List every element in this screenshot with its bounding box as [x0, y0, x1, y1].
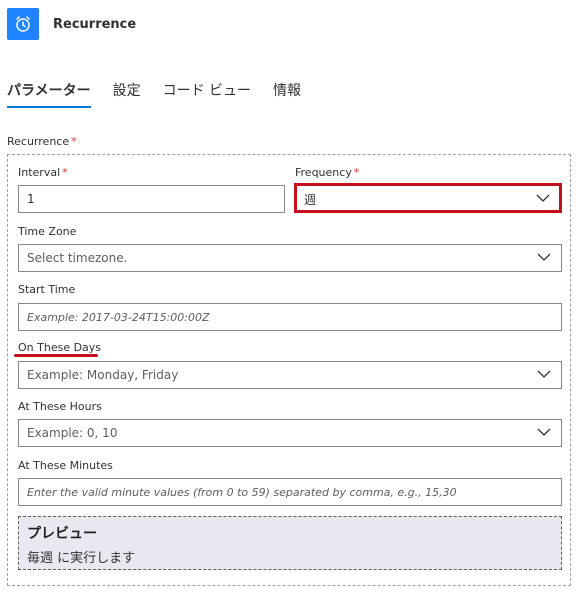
- timezone-dropdown[interactable]: Select timezone.: [18, 244, 562, 272]
- minutes-placeholder: Enter the valid minute values (from 0 to…: [27, 485, 457, 499]
- timezone-label: Time Zone: [18, 225, 77, 238]
- recurrence-section-label: Recurrence *: [7, 135, 77, 148]
- chevron-down-icon: [537, 428, 551, 436]
- preview-box: プレビュー 毎週 に実行します: [18, 516, 562, 570]
- tab-code-view[interactable]: コード ビュー: [163, 78, 251, 110]
- header: Recurrence: [7, 8, 136, 40]
- tab-settings[interactable]: 設定: [113, 78, 141, 110]
- tab-about[interactable]: 情報: [273, 78, 301, 110]
- days-dropdown[interactable]: Example: Monday, Friday: [18, 361, 562, 389]
- days-label-underline: [14, 354, 98, 357]
- start-time-label: Start Time: [18, 283, 76, 296]
- minutes-label: At These Minutes: [18, 459, 113, 472]
- days-label: On These Days: [18, 341, 102, 354]
- timezone-placeholder: Select timezone.: [27, 251, 128, 265]
- frequency-label: Frequency *: [295, 166, 360, 179]
- chevron-down-icon: [536, 194, 550, 202]
- days-placeholder: Example: Monday, Friday: [27, 368, 179, 382]
- alarm-clock-icon: [7, 8, 39, 40]
- required-mark: *: [71, 135, 77, 148]
- interval-input[interactable]: 1: [18, 185, 285, 213]
- start-time-input[interactable]: Example: 2017-03-24T15:00:00Z: [18, 303, 562, 331]
- hours-dropdown[interactable]: Example: 0, 10: [18, 419, 562, 447]
- frequency-dropdown[interactable]: 週: [295, 185, 561, 213]
- hours-label: At These Hours: [18, 400, 102, 413]
- chevron-down-icon: [537, 253, 551, 261]
- minutes-input[interactable]: Enter the valid minute values (from 0 to…: [18, 478, 562, 506]
- page-title: Recurrence: [53, 16, 137, 32]
- preview-text: 毎週 に実行します: [27, 551, 136, 566]
- chevron-down-icon: [537, 370, 551, 378]
- interval-label: Interval *: [18, 166, 68, 179]
- start-time-placeholder: Example: 2017-03-24T15:00:00Z: [27, 310, 210, 324]
- preview-title: プレビュー: [27, 526, 97, 542]
- hours-placeholder: Example: 0, 10: [27, 426, 118, 440]
- tab-parameters[interactable]: パラメーター: [7, 78, 91, 110]
- frequency-value: 週: [304, 192, 317, 207]
- tab-bar: パラメーター 設定 コード ビュー 情報: [7, 78, 323, 110]
- interval-value: 1: [27, 192, 35, 206]
